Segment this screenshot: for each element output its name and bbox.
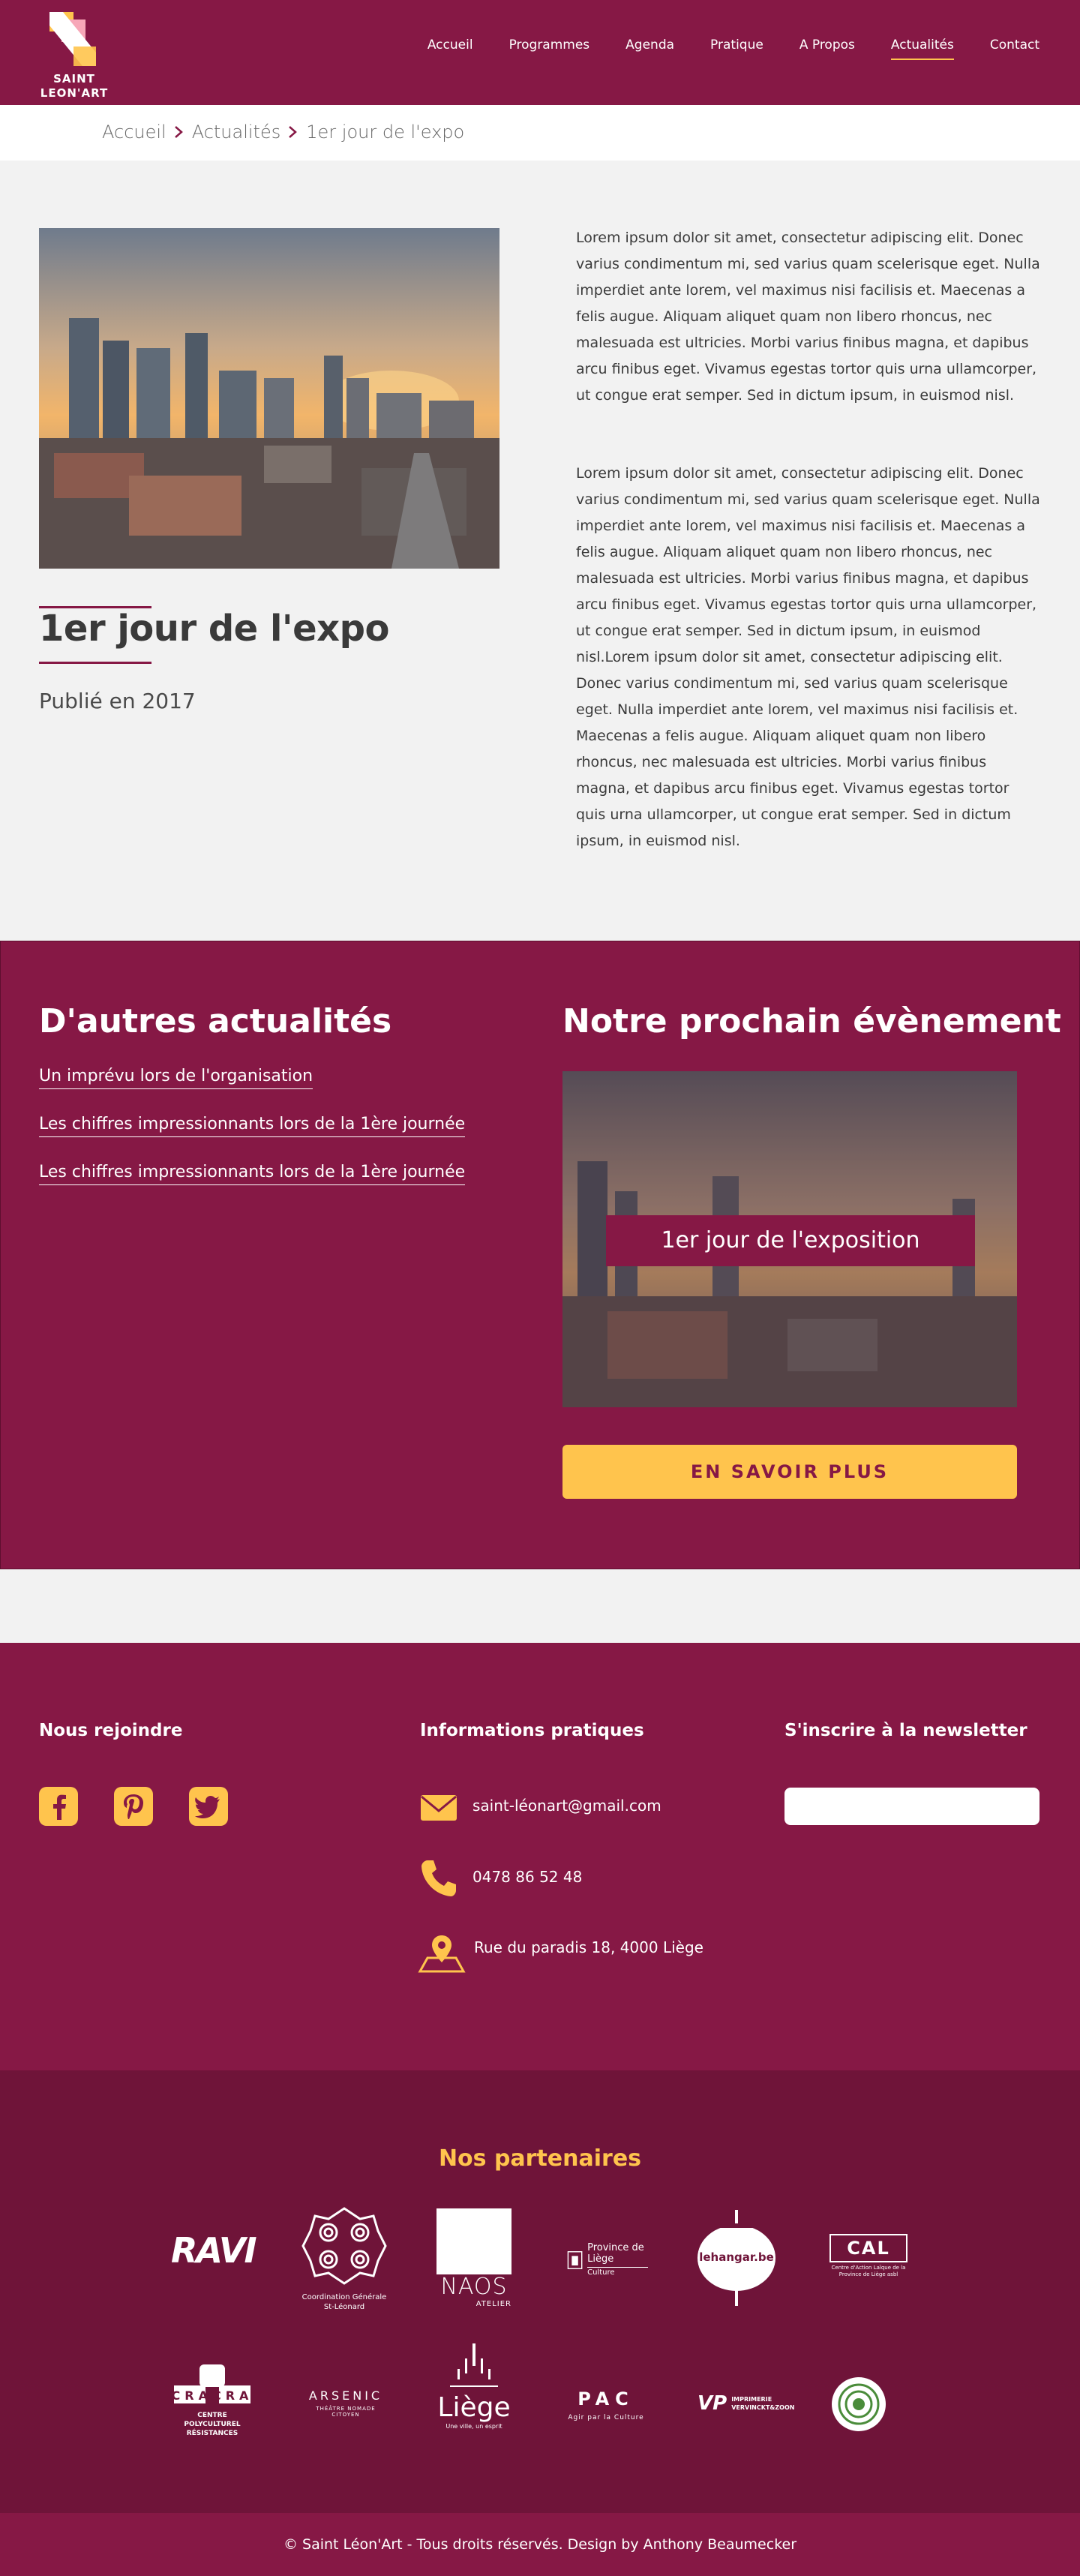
logo-text-line1: SAINT	[53, 72, 95, 86]
partner-naos-name: NAOS	[440, 2274, 508, 2300]
partner-vp-name: VP	[698, 2392, 728, 2415]
partner-cal-name: CAL	[830, 2234, 908, 2262]
news-link-2[interactable]: Les chiffres impressionnants lors de la …	[39, 1115, 466, 1137]
newsletter-title: S'inscrire à la newsletter	[784, 1721, 1028, 1740]
partner-cracra-sub: CENTRE POLYCULTUREL RÉSISTANCES	[184, 2412, 241, 2437]
twitter-icon[interactable]	[189, 1787, 228, 1826]
site-footer	[0, 1643, 1080, 2070]
main-nav: Accueil Programmes Agenda Pratique A Pro…	[392, 38, 1040, 60]
article-paragraph-1: Lorem ipsum dolor sit amet, consectetur …	[576, 230, 1040, 404]
nav-pratique[interactable]: Pratique	[710, 38, 764, 60]
nav-contact[interactable]: Contact	[990, 38, 1040, 60]
partner-cal[interactable]: CAL Centre d'Action Laïque de la Provinc…	[830, 2234, 908, 2279]
breadcrumb: Accueil Actualités 1er jour de l'expo	[102, 122, 464, 143]
contact-phone[interactable]: 0478 86 52 48	[472, 1868, 582, 1886]
map-pin-icon	[418, 1935, 466, 1973]
site-header: SAINT LEON'ART Accueil Programmes Agenda…	[0, 0, 1080, 105]
logo-icon	[50, 12, 96, 66]
partner-pac[interactable]: PAC Agir par la Culture	[567, 2388, 645, 2426]
nav-actualites[interactable]: Actualités	[890, 38, 954, 60]
mail-icon	[421, 1795, 457, 1821]
partner-imprimerie[interactable]: VP IMPRIMERIE VERVINCKT&ZOON	[698, 2388, 794, 2418]
partner-province-sub: Culture	[587, 2268, 615, 2277]
join-title: Nous rejoindre	[39, 1721, 183, 1740]
contact-address: Rue du paradis 18, 4000 Liège	[474, 1938, 704, 1956]
circle-logo-icon	[832, 2377, 886, 2431]
partner-circle[interactable]	[831, 2376, 886, 2432]
title-bottom-rule	[39, 662, 152, 664]
nav-a-propos[interactable]: A Propos	[800, 38, 855, 60]
city-skyline-image	[39, 228, 500, 569]
partner-cracra[interactable]: CRACRA CENTRE POLYCULTUREL RÉSISTANCES	[171, 2363, 254, 2437]
partner-imprimerie-sub: IMPRIMERIE VERVINCKT&ZOON	[731, 2396, 795, 2411]
article-image	[39, 228, 500, 569]
copyright: © Saint Léon'Art - Tous droits réservés.…	[0, 2513, 1080, 2576]
partner-arsenic-name: ARSENIC	[308, 2388, 383, 2403]
partner-lehangar[interactable]: lehangar.be	[698, 2210, 776, 2306]
facebook-icon[interactable]	[39, 1787, 78, 1826]
event-label: 1er jour de l'exposition	[606, 1215, 975, 1266]
partner-pac-name: PAC	[578, 2388, 634, 2409]
learn-more-button[interactable]: EN SAVOIR PLUS	[562, 1445, 1017, 1499]
pinterest-icon[interactable]	[114, 1787, 153, 1826]
province-logo-icon	[567, 2251, 583, 2269]
partner-pac-sub: Agir par la Culture	[568, 2414, 644, 2421]
phone-icon	[422, 1860, 456, 1896]
partner-province-liege[interactable]: Province de Liège Culture	[567, 2240, 648, 2280]
site-logo[interactable]: SAINT LEON'ART	[33, 6, 116, 101]
contact-email[interactable]: saint-léonart@gmail.com	[472, 1797, 662, 1815]
liege-logo-icon	[450, 2343, 498, 2387]
partner-liege-name: Liège	[437, 2392, 511, 2423]
partner-cal-sub: Centre d'Action Laïque de la Province de…	[831, 2265, 906, 2277]
article-title: 1er jour de l'expo	[39, 608, 389, 650]
newsletter-input[interactable]	[784, 1788, 1040, 1825]
coordination-logo-icon	[302, 2207, 387, 2285]
partner-province-name: Province de Liège	[587, 2242, 648, 2268]
nav-programmes[interactable]: Programmes	[509, 38, 590, 60]
partner-naos-sub: ATELIER	[476, 2300, 512, 2308]
partners-section	[0, 2070, 1080, 2513]
other-news-title: D'autres actualités	[39, 1002, 392, 1040]
article-paragraph-2: Lorem ipsum dolor sit amet, consectetur …	[576, 465, 1040, 849]
partner-naos[interactable]: NAOS ATELIER	[436, 2208, 512, 2321]
chevron-right-icon	[289, 126, 298, 138]
news-link-1[interactable]: Un imprévu lors de l'organisation	[39, 1067, 314, 1089]
nav-accueil[interactable]: Accueil	[428, 38, 473, 60]
breadcrumb-actualites[interactable]: Actualités	[192, 122, 281, 143]
partners-title: Nos partenaires	[438, 2145, 642, 2172]
partner-lehangar-name: lehangar.be	[699, 2250, 774, 2264]
partner-liege[interactable]: Liège Une ville, un esprit	[434, 2343, 514, 2439]
breadcrumb-bar: Accueil Actualités 1er jour de l'expo	[0, 105, 1080, 161]
next-event-title: Notre prochain évènement	[562, 1002, 1061, 1040]
breadcrumb-accueil[interactable]: Accueil	[102, 122, 166, 143]
partner-coordination-name: Coordination Générale St-Léonard	[302, 2293, 387, 2311]
chevron-right-icon	[174, 126, 183, 138]
info-title: Informations pratiques	[420, 1721, 644, 1740]
logo-text-line2: LEON'ART	[40, 86, 109, 100]
logo-text: SAINT LEON'ART	[33, 72, 116, 101]
news-link-3[interactable]: Les chiffres impressionnants lors de la …	[39, 1163, 466, 1185]
partner-coordination[interactable]: Coordination Générale St-Léonard	[300, 2205, 388, 2318]
nav-agenda[interactable]: Agenda	[626, 38, 674, 60]
partner-arsenic[interactable]: ARSENIC THÉÂTRE NOMADE CITOYEN	[302, 2388, 390, 2418]
partner-arsenic-sub: THÉÂTRE NOMADE CITOYEN	[316, 2406, 376, 2418]
partner-ravi[interactable]: RAVI	[171, 2229, 257, 2271]
article-date: Publié en 2017	[39, 689, 196, 713]
partner-cracra-name: CRACRA	[171, 2388, 254, 2403]
naos-logo-square	[436, 2208, 512, 2274]
partner-liege-sub: Une ville, un esprit	[446, 2423, 502, 2430]
breadcrumb-current: 1er jour de l'expo	[306, 122, 465, 143]
